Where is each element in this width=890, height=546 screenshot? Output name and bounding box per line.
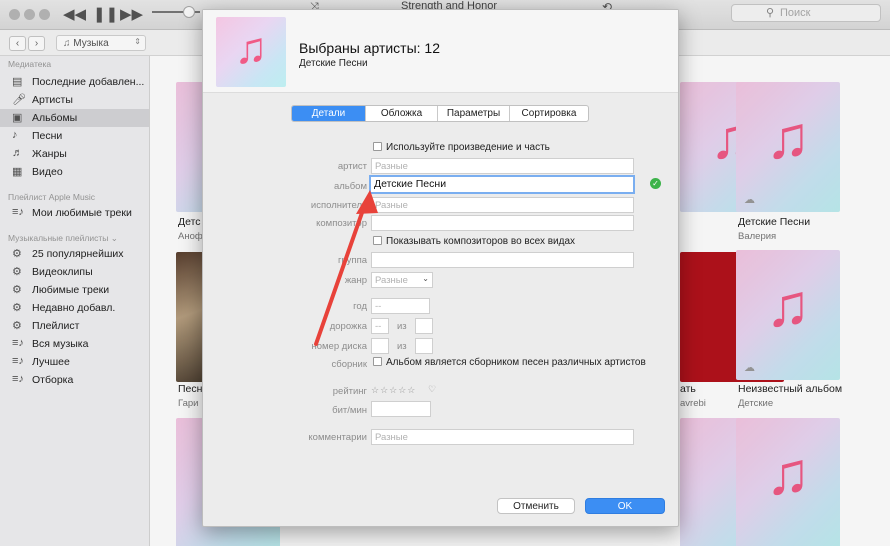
show-composers-checkbox[interactable] <box>373 236 382 245</box>
show-composers-label: Показывать композиторов во всех видах <box>386 236 576 247</box>
composer-field[interactable] <box>371 215 634 231</box>
tab-sorting[interactable]: Сортировка <box>510 106 588 121</box>
chevron-down-icon: ⌄ <box>422 274 429 283</box>
grouping-field[interactable] <box>371 252 634 268</box>
ok-button[interactable]: OK <box>585 498 665 514</box>
rating-label: рейтинг <box>332 386 367 397</box>
compilation-label: сборник <box>331 359 367 370</box>
year-label: год <box>353 301 367 312</box>
tab-artwork[interactable]: Обложка <box>366 106 438 121</box>
dialog-tabs: Детали Обложка Параметры Сортировка <box>291 105 589 122</box>
genre-value: Разные <box>375 275 408 286</box>
track-total-field[interactable] <box>415 318 433 334</box>
album-label: альбом <box>333 181 367 192</box>
disc-number-field[interactable] <box>371 338 389 354</box>
checkmark-icon: ✓ <box>650 178 661 189</box>
disc-label: номер диска <box>311 341 367 352</box>
track-number-field[interactable]: -- <box>371 318 389 334</box>
bpm-label: бит/мин <box>332 405 367 416</box>
album-field[interactable]: Детские Песни <box>369 175 635 194</box>
music-note-icon: ♫ <box>234 24 268 73</box>
bpm-field[interactable] <box>371 401 431 417</box>
dialog-header: ♫ Выбраны артисты: 12 Детские Песни <box>203 10 678 93</box>
compilation-row[interactable]: Альбом является сборником песен различны… <box>373 357 646 368</box>
cancel-button[interactable]: Отменить <box>497 498 575 514</box>
heart-icon[interactable]: ♡ <box>428 384 437 395</box>
tab-options[interactable]: Параметры <box>438 106 510 121</box>
compilation-checkbox[interactable] <box>373 357 382 366</box>
use-artwork-checkbox[interactable] <box>373 142 382 151</box>
comments-field[interactable]: Разные <box>371 429 634 445</box>
dialog-subtitle: Детские Песни <box>299 58 368 69</box>
year-field[interactable]: -- <box>371 298 430 314</box>
artist-label: артист <box>337 161 367 172</box>
disc-total-field[interactable] <box>415 338 433 354</box>
use-artwork-label: Используйте произведение и часть <box>386 142 550 153</box>
genre-label: жанр <box>344 275 367 286</box>
composer-label: композитор <box>316 218 367 229</box>
grouping-label: группа <box>338 255 367 266</box>
disc-of-label: из <box>397 341 407 352</box>
album-artist-label: исполнитель <box>310 200 367 211</box>
use-artwork-row[interactable]: Используйте произведение и часть <box>373 142 550 153</box>
track-of-label: из <box>397 321 407 332</box>
album-info-dialog: ♫ Выбраны артисты: 12 Детские Песни Дета… <box>202 9 679 527</box>
tab-details[interactable]: Детали <box>292 106 366 121</box>
genre-select[interactable]: Разные ⌄ <box>371 272 433 288</box>
album-artist-field[interactable]: Разные <box>371 197 634 213</box>
dialog-title: Выбраны артисты: 12 <box>299 40 440 56</box>
track-label: дорожка <box>329 321 367 332</box>
show-composers-row[interactable]: Показывать композиторов во всех видах <box>373 236 575 247</box>
dialog-artwork: ♫ <box>216 17 286 87</box>
comments-label: комментарии <box>308 432 367 443</box>
compilation-text: Альбом является сборником песен различны… <box>386 357 646 368</box>
rating-stars[interactable]: ☆☆☆☆☆ <box>371 385 416 396</box>
artist-field[interactable]: Разные <box>371 158 634 174</box>
